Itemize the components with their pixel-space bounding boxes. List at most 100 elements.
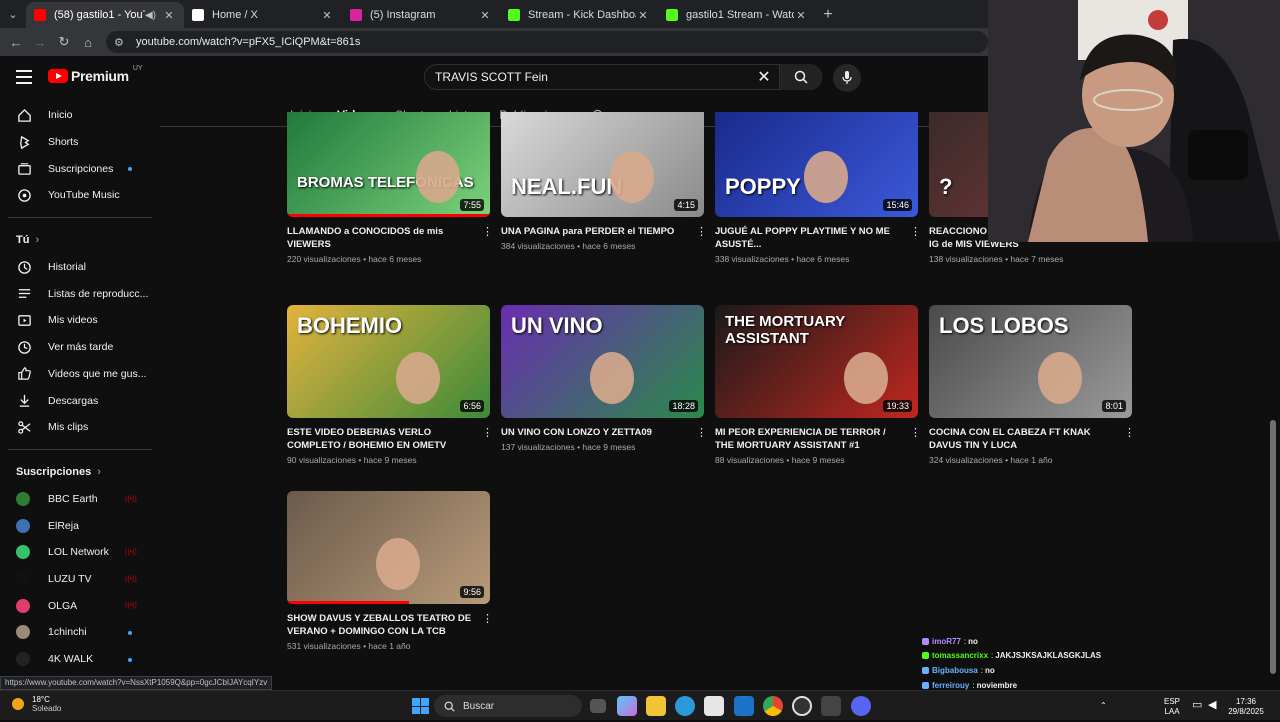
clock[interactable]: 17:36 29/8/2025 [1228, 697, 1264, 717]
sidebar-sub-bbc-earth[interactable]: BBC Earth ((•)) [0, 486, 160, 513]
tab-audio-icon[interactable]: ◀) [145, 10, 156, 21]
volume-icon[interactable]: ◀ [1208, 700, 1216, 711]
sidebar-item-historial[interactable]: Historial [0, 254, 160, 281]
more-options-icon[interactable]: ⋮ [696, 225, 707, 238]
search-input[interactable] [425, 70, 749, 84]
home-icon[interactable]: ⌂ [76, 35, 100, 50]
reload-icon[interactable]: ↻ [52, 34, 76, 50]
browser-tab[interactable]: gastilo1 Stream - Watch Live on✕ [658, 2, 816, 28]
tab-close-icon[interactable]: ✕ [162, 9, 176, 22]
video-title[interactable]: LLAMANDO a CONOCIDOS de mis VIEWERS [287, 225, 482, 251]
voice-search-button[interactable] [833, 64, 861, 92]
browser-tab[interactable]: (5) Instagram ✕ [342, 2, 500, 28]
search-button[interactable] [779, 64, 821, 90]
browser-tab[interactable]: (58) gastilo1 - YouTube◀) ✕ [26, 2, 184, 28]
browser-tab[interactable]: Home / X ✕ [184, 2, 342, 28]
discord-icon[interactable] [851, 696, 871, 716]
video-title[interactable]: SHOW DAVUS Y ZEBALLOS TEATRO DE VERANO +… [287, 612, 482, 638]
more-options-icon[interactable]: ⋮ [482, 612, 493, 638]
video-thumbnail[interactable]: BROMAS TELEFÓNICAS 7:55 [287, 112, 490, 217]
video-thumbnail[interactable]: THE MORTUARY ASSISTANT 19:33 [715, 305, 918, 418]
more-options-icon[interactable]: ⋮ [482, 426, 493, 452]
video-title[interactable]: MI PEOR EXPERIENCIA DE TERROR / THE MORT… [715, 426, 910, 452]
more-options-icon[interactable]: ⋮ [696, 426, 707, 439]
sidebar-item-mis-clips[interactable]: Mis clips [0, 414, 160, 441]
sidebar-item-listas-de-reproducc[interactable]: Listas de reproducc... [0, 280, 160, 307]
clear-search-icon[interactable]: ✕ [749, 67, 779, 87]
start-icon[interactable] [410, 696, 430, 716]
sidebar-item-youtube-music[interactable]: YouTube Music [0, 182, 160, 209]
tab-close-icon[interactable]: ✕ [794, 9, 808, 22]
sidebar-sub-lol-network[interactable]: LOL Network ((•)) [0, 539, 160, 566]
new-tab-button[interactable]: + [816, 2, 840, 28]
video-card[interactable]: THE MORTUARY ASSISTANT 19:33 MI PEOR EXPER… [715, 305, 921, 465]
sidebar-subs-heading[interactable]: Suscripciones › [0, 458, 160, 486]
more-options-icon[interactable]: ⋮ [482, 225, 493, 251]
sidebar-item-videos-que-me-gus[interactable]: Videos que me gus... [0, 361, 160, 388]
tab-search-icon[interactable]: ⌄ [0, 0, 26, 28]
video-thumbnail[interactable]: LOS LOBOS 8:01 [929, 305, 1132, 418]
more-options-icon[interactable]: ⋮ [1124, 426, 1135, 452]
video-card[interactable]: POPPY 15:46 JUGUÉ AL POPPY PLAYTIME Y NO M… [715, 112, 921, 264]
language-indicator[interactable]: ESP LAA [1164, 697, 1180, 717]
video-card[interactable]: UN VINO 18:28 UN VINO CON LONZO Y ZETTA09 ⋮… [501, 305, 707, 452]
sidebar-item-inicio[interactable]: Inicio [0, 102, 160, 129]
sidebar-item-shorts[interactable]: Shorts [0, 129, 160, 156]
video-card[interactable]: LOS LOBOS 8:01 COCINA CON EL CABEZA FT KNA… [929, 305, 1135, 465]
browser-tab[interactable]: Stream - Kick Dashboard✕ [500, 2, 658, 28]
more-options-icon[interactable]: ⋮ [910, 225, 921, 251]
voicemeeter-icon[interactable] [821, 696, 841, 716]
weather-widget[interactable]: 18°C Soleado [12, 695, 61, 713]
forward-icon[interactable]: → [28, 35, 52, 50]
youtube-logo[interactable]: Premium UY [48, 65, 143, 84]
tab-close-icon[interactable]: ✕ [636, 9, 650, 22]
sidebar-sub-luzu-tv[interactable]: LUZU TV ((•)) [0, 566, 160, 593]
tab-close-icon[interactable]: ✕ [478, 9, 492, 22]
network-icon[interactable]: ▭ [1192, 700, 1202, 711]
tab-close-icon[interactable]: ✕ [320, 9, 334, 22]
page-scrollbar[interactable] [1270, 420, 1276, 674]
video-thumbnail[interactable]: POPPY 15:46 [715, 112, 918, 217]
sidebar-sub-elreja[interactable]: ElReja [0, 512, 160, 539]
site-info-icon[interactable]: ⚙ [114, 36, 128, 49]
video-thumbnail[interactable]: 9:56 [287, 491, 490, 604]
copilot-icon[interactable] [617, 696, 637, 716]
video-title[interactable]: COCINA CON EL CABEZA FT KNAK DAVUS TIN Y… [929, 426, 1124, 452]
sidebar-sub-olga[interactable]: OLGA ((•)) [0, 592, 160, 619]
sidebar-item-descargas[interactable]: Descargas [0, 387, 160, 414]
sidebar-you-heading[interactable]: Tú › [0, 226, 160, 254]
back-icon[interactable]: ← [4, 35, 28, 50]
edge-icon[interactable] [675, 696, 695, 716]
video-title[interactable]: ESTE VIDEO DEBERIAS VERLO COMPLETO / BOH… [287, 426, 482, 452]
taskbar-search[interactable]: Buscar [434, 695, 582, 717]
tray-chevron-icon[interactable]: ⌃ [1100, 701, 1107, 711]
chat-username[interactable]: Bigbabousa [932, 666, 978, 675]
sidebar-item-ver-m-s-tarde[interactable]: Ver más tarde [0, 334, 160, 361]
task-view-icon[interactable] [590, 699, 606, 713]
video-title[interactable]: UNA PAGINA para PERDER el TIEMPO [501, 225, 696, 238]
menu-icon[interactable] [16, 70, 32, 88]
obs-icon[interactable] [792, 696, 812, 716]
address-bar[interactable]: ⚙ youtube.com/watch?v=pFX5_ICiQPM&t=861s [106, 31, 988, 53]
video-title[interactable]: UN VINO CON LONZO Y ZETTA09 [501, 426, 696, 439]
chat-username[interactable]: tomassancrixx [932, 651, 988, 660]
video-thumbnail[interactable]: BOHEMIO 6:56 [287, 305, 490, 418]
video-title[interactable]: JUGUÉ AL POPPY PLAYTIME Y NO ME ASUSTÉ..… [715, 225, 910, 251]
sidebar-item-suscripciones[interactable]: Suscripciones [0, 155, 160, 182]
sidebar-item-mis-videos[interactable]: Mis videos [0, 307, 160, 334]
video-card[interactable]: BOHEMIO 6:56 ESTE VIDEO DEBERIAS VERLO COM… [287, 305, 493, 465]
video-card[interactable]: 9:56 SHOW DAVUS Y ZEBALLOS TEATRO DE VERA… [287, 491, 493, 651]
chrome-icon[interactable] [763, 696, 783, 716]
video-card[interactable]: BROMAS TELEFÓNICAS 7:55 LLAMANDO a CONOCID… [287, 112, 493, 264]
sidebar-sub-4k-walk[interactable]: 4K WALK [0, 646, 160, 673]
sidebar-sub-1chinchi[interactable]: 1chinchi [0, 619, 160, 646]
store-icon[interactable] [704, 696, 724, 716]
video-card[interactable]: NEAL.FUN 4:15 UNA PAGINA para PERDER el TI… [501, 112, 707, 251]
file-explorer-icon[interactable] [646, 696, 666, 716]
more-options-icon[interactable]: ⋮ [910, 426, 921, 452]
video-thumbnail[interactable]: NEAL.FUN 4:15 [501, 112, 704, 217]
chat-username[interactable]: ferreirouy [932, 681, 969, 690]
video-thumbnail[interactable]: UN VINO 18:28 [501, 305, 704, 418]
outlook-icon[interactable] [734, 696, 754, 716]
chat-username[interactable]: imoR77 [932, 637, 961, 646]
